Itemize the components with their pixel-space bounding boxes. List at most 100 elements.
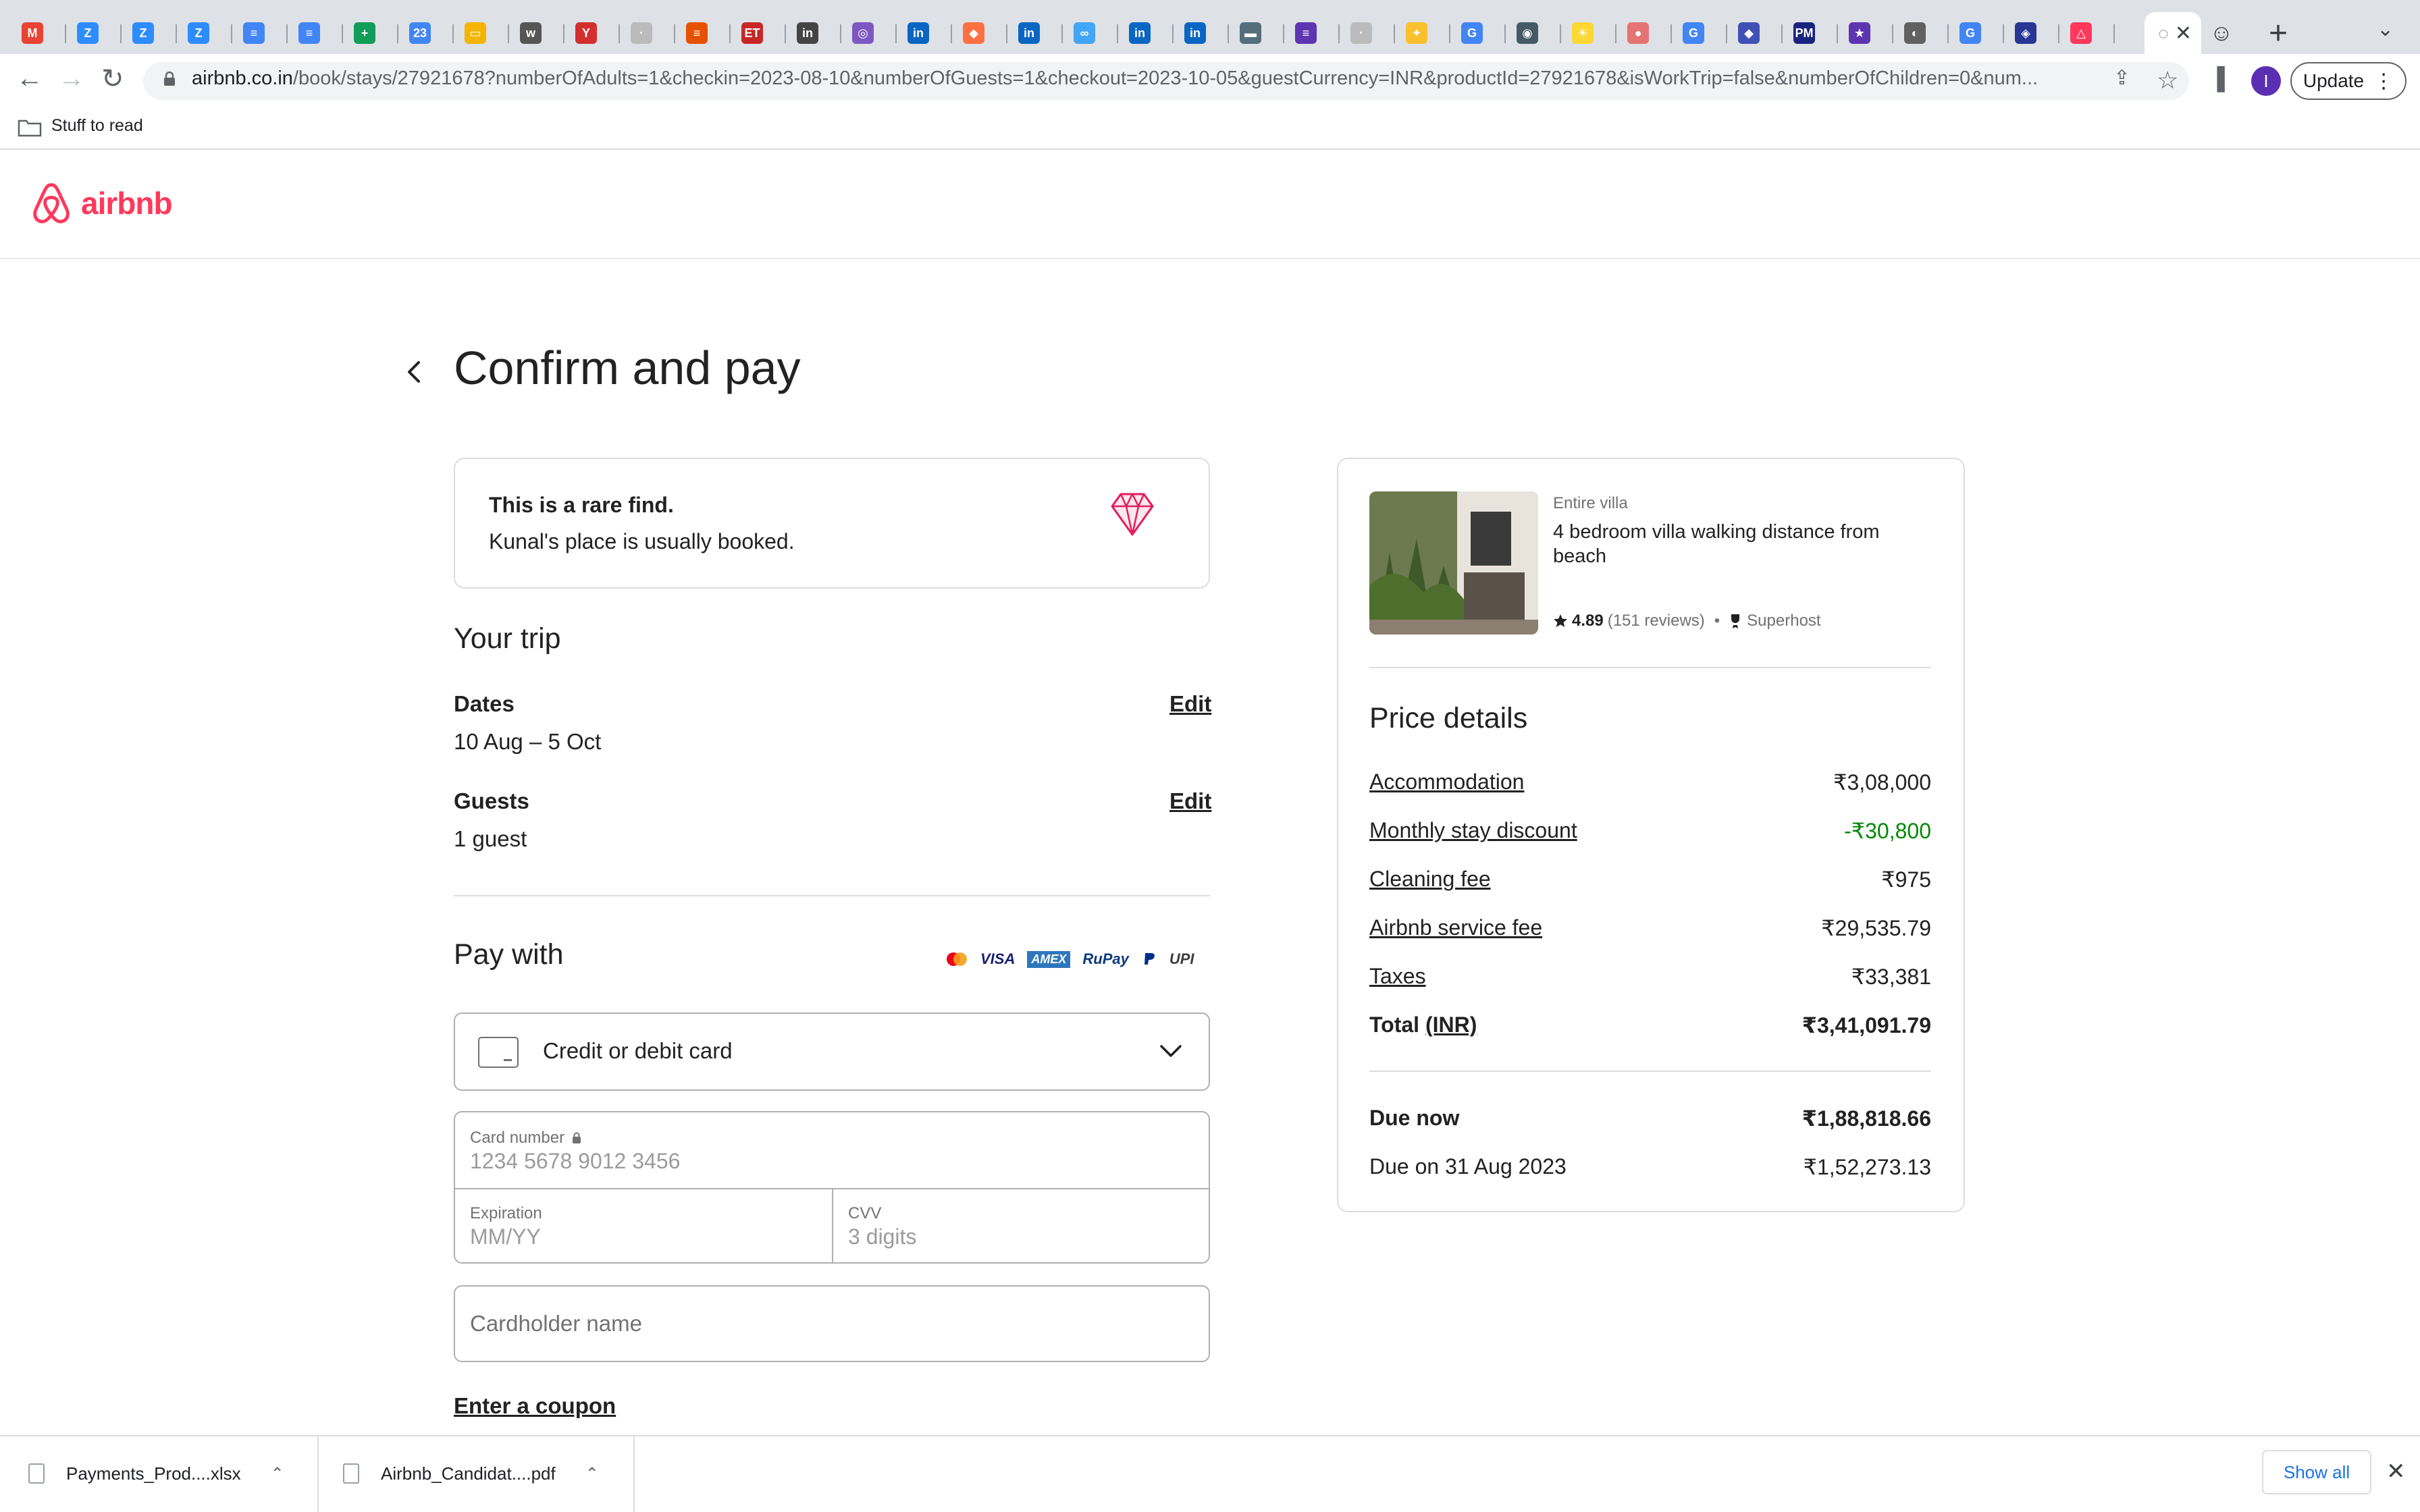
page-title: Confirm and pay xyxy=(454,342,801,394)
card-number-input[interactable] xyxy=(470,1149,1186,1174)
browser-tab[interactable]: · xyxy=(623,12,677,54)
browser-tab[interactable]: ≡ xyxy=(235,12,289,54)
tab-separator xyxy=(342,24,343,43)
back-button[interactable] xyxy=(405,358,424,392)
browser-tab[interactable]: ◆ xyxy=(955,12,1009,54)
share-icon[interactable]: ⇪ xyxy=(2113,66,2130,90)
browser-tab[interactable]: PM xyxy=(1785,12,1839,54)
currency-link[interactable]: (INR) xyxy=(1425,1013,1477,1037)
summary-divider xyxy=(1369,1071,1931,1072)
browser-tab[interactable]: ≡ xyxy=(1287,12,1341,54)
browser-tab[interactable]: 23 xyxy=(401,12,455,54)
price-label[interactable]: Airbnb service fee xyxy=(1369,915,1542,940)
chevron-up-icon[interactable]: ⌃ xyxy=(585,1464,599,1484)
profile-avatar[interactable]: I xyxy=(2251,66,2281,96)
tab-separator xyxy=(1615,24,1616,43)
edit-guests-link[interactable]: Edit xyxy=(1169,788,1211,814)
back-nav-icon[interactable]: ← xyxy=(16,63,43,94)
active-tab[interactable]: ◌ ✕ xyxy=(2145,12,2201,54)
browser-tab[interactable]: ✦ xyxy=(1398,12,1452,54)
browser-tab[interactable]: ▬ xyxy=(1232,12,1286,54)
section-divider xyxy=(454,895,1210,896)
price-label[interactable]: Monthly stay discount xyxy=(1369,818,1577,843)
browser-tab[interactable]: w xyxy=(512,12,566,54)
browser-tab[interactable]: △ xyxy=(2062,12,2116,54)
browser-tab[interactable]: ◐ xyxy=(1896,12,1950,54)
close-tab-icon[interactable]: ✕ xyxy=(2175,22,2192,45)
browser-tab[interactable]: ≡ xyxy=(290,12,344,54)
show-all-downloads-button[interactable]: Show all xyxy=(2262,1450,2371,1494)
cardholder-name-input[interactable] xyxy=(470,1311,1145,1336)
cardholder-name-field[interactable] xyxy=(454,1285,1210,1362)
card-lock-icon xyxy=(572,1132,581,1143)
browser-tab[interactable]: G xyxy=(1675,12,1729,54)
tab-favicon-icon: in xyxy=(1129,22,1151,44)
side-panel-icon[interactable]: ▐ xyxy=(2209,66,2225,91)
expiration-label: Expiration xyxy=(470,1204,542,1222)
tab-favicon-icon: Y xyxy=(575,22,597,44)
download-item[interactable]: Payments_Prod....xlsx ⌃ xyxy=(0,1435,319,1512)
enter-coupon-link[interactable]: Enter a coupon xyxy=(454,1393,616,1419)
booking-summary-card: Entire villa 4 bedroom villa walking dis… xyxy=(1337,458,1965,1212)
tab-favicon-icon: ★ xyxy=(1849,22,1870,44)
total-value: ₹3,41,091.79 xyxy=(1801,1013,1931,1037)
close-downloads-icon[interactable]: ✕ xyxy=(2386,1458,2406,1485)
reload-icon[interactable]: ↻ xyxy=(101,63,124,94)
tab-favicon-icon: · xyxy=(1350,22,1372,44)
forward-nav-icon[interactable]: → xyxy=(58,63,85,94)
tab-separator xyxy=(286,24,288,43)
browser-tab[interactable]: in xyxy=(789,12,843,54)
browser-tab[interactable]: Z xyxy=(180,12,234,54)
browser-tab[interactable]: + xyxy=(346,12,400,54)
browser-tab[interactable]: ◆ xyxy=(1730,12,1784,54)
browser-tab[interactable]: G xyxy=(1453,12,1507,54)
price-label[interactable]: Cleaning fee xyxy=(1369,867,1491,892)
browser-tab[interactable]: · xyxy=(1342,12,1396,54)
chevron-up-icon[interactable]: ⌃ xyxy=(271,1464,284,1484)
expiration-input[interactable] xyxy=(470,1224,794,1249)
price-value: ₹33,381 xyxy=(1851,965,1931,989)
browser-tab[interactable]: ◉ xyxy=(1508,12,1562,54)
download-item[interactable]: Airbnb_Candidat....pdf ⌃ xyxy=(319,1435,635,1512)
browser-tab[interactable]: Y xyxy=(567,12,621,54)
browser-tab[interactable]: in xyxy=(1176,12,1230,54)
tab-favicon-icon: ≡ xyxy=(1295,22,1317,44)
tab-favicon-icon: Z xyxy=(188,22,209,44)
browser-tab[interactable]: ∞ xyxy=(1066,12,1120,54)
browser-tab[interactable]: ● xyxy=(1619,12,1673,54)
browser-tab[interactable]: ◎ xyxy=(844,12,898,54)
browser-tab[interactable]: M xyxy=(14,12,68,54)
bookmark-star-icon[interactable]: ☆ xyxy=(2157,66,2178,94)
update-button[interactable]: Update ⋮ xyxy=(2290,62,2406,100)
browser-tab[interactable]: ▭ xyxy=(456,12,510,54)
tab-separator xyxy=(1504,24,1506,43)
url-text[interactable]: airbnb.co.in/book/stays/27921678?numberO… xyxy=(192,68,2103,90)
browser-tab[interactable]: ★ xyxy=(1841,12,1895,54)
tab-favicon-icon: ≡ xyxy=(243,22,265,44)
price-label[interactable]: Taxes xyxy=(1369,964,1426,989)
payment-method-select[interactable]: Credit or debit card xyxy=(454,1013,1210,1091)
new-tab-button[interactable]: + xyxy=(2269,15,2288,52)
edit-dates-link[interactable]: Edit xyxy=(1169,691,1211,717)
tab-search-chevron-icon[interactable]: ⌄ xyxy=(2377,18,2394,41)
browser-tab[interactable]: G xyxy=(1951,12,2005,54)
browser-tab[interactable]: Z xyxy=(69,12,123,54)
browser-tab[interactable]: in xyxy=(1121,12,1175,54)
airbnb-logo[interactable]: airbnb xyxy=(31,181,173,225)
browser-tab[interactable]: ◈ xyxy=(2007,12,2061,54)
tab-emoji[interactable]: ☺ xyxy=(2203,12,2257,54)
bookmark-folder-stuff-to-read[interactable]: Stuff to read xyxy=(51,116,143,136)
browser-tab[interactable]: ≡ xyxy=(678,12,732,54)
price-label[interactable]: Accommodation xyxy=(1369,770,1524,794)
browser-tab[interactable]: in xyxy=(899,12,953,54)
browser-tab[interactable]: ☀ xyxy=(1564,12,1618,54)
browser-tab[interactable]: Z xyxy=(124,12,178,54)
browser-tab[interactable]: ET xyxy=(733,12,787,54)
tab-favicon-icon: ◈ xyxy=(2015,22,2036,44)
browser-tab[interactable]: in xyxy=(1010,12,1064,54)
cvv-input[interactable] xyxy=(848,1224,1172,1249)
listing-thumbnail[interactable] xyxy=(1369,491,1538,634)
bookmarks-bar xyxy=(0,109,2420,150)
superhost-medal-icon xyxy=(1731,614,1740,628)
price-value: ₹3,08,000 xyxy=(1833,770,1931,794)
